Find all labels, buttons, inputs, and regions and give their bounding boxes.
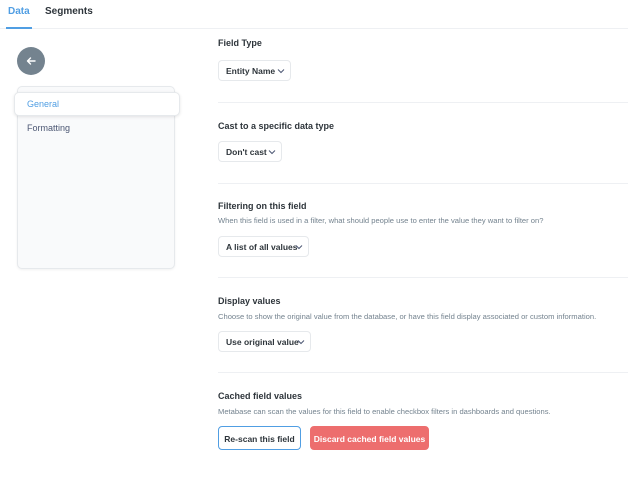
section-title: Filtering on this field [218, 201, 307, 211]
select-value: Entity Name [226, 66, 276, 76]
top-tabs: Data Segments [0, 0, 628, 29]
discard-cached-values-button[interactable]: Discard cached field values [310, 426, 429, 450]
display-values-select[interactable]: Use original value [218, 331, 311, 352]
button-label: Discard cached field values [313, 434, 426, 444]
section-title: Cast to a specific data type [218, 121, 335, 131]
tab-segments[interactable]: Segments [45, 6, 93, 17]
divider [218, 183, 628, 184]
divider [218, 277, 628, 278]
back-button[interactable] [17, 47, 45, 75]
chevron-down-icon [277, 69, 285, 74]
sidebar-item-general[interactable]: General [14, 92, 180, 116]
cast-type-select[interactable]: Don't cast [218, 141, 282, 162]
field-type-select[interactable]: Entity Name [218, 60, 291, 81]
rescan-field-button[interactable]: Re-scan this field [218, 426, 301, 450]
sidebar-item-label: General [27, 99, 60, 109]
divider [218, 372, 628, 373]
sidebar-item-formatting[interactable]: Formatting [27, 123, 70, 133]
section-description: Choose to show the original value from t… [218, 312, 597, 321]
filtering-select[interactable]: A list of all values [218, 236, 309, 257]
select-value: A list of all values [226, 242, 298, 252]
button-label: Re-scan this field [224, 434, 295, 444]
section-description: Metabase can scan the values for this fi… [218, 407, 551, 416]
chevron-down-icon [295, 245, 303, 250]
select-value: Use original value [226, 337, 299, 347]
section-title: Cached field values [218, 391, 303, 401]
section-title: Display values [218, 296, 281, 306]
chevron-down-icon [268, 150, 276, 155]
section-title: Field Type [218, 38, 262, 48]
arrow-left-icon [26, 57, 36, 65]
sidebar-nav: General Formatting [14, 86, 180, 269]
cached-actions: Re-scan this field Discard cached field … [218, 426, 478, 452]
divider [218, 102, 628, 103]
tab-data[interactable]: Data [6, 6, 32, 29]
select-value: Don't cast [226, 147, 267, 157]
chevron-down-icon [297, 340, 305, 345]
section-description: When this field is used in a filter, wha… [218, 216, 544, 225]
